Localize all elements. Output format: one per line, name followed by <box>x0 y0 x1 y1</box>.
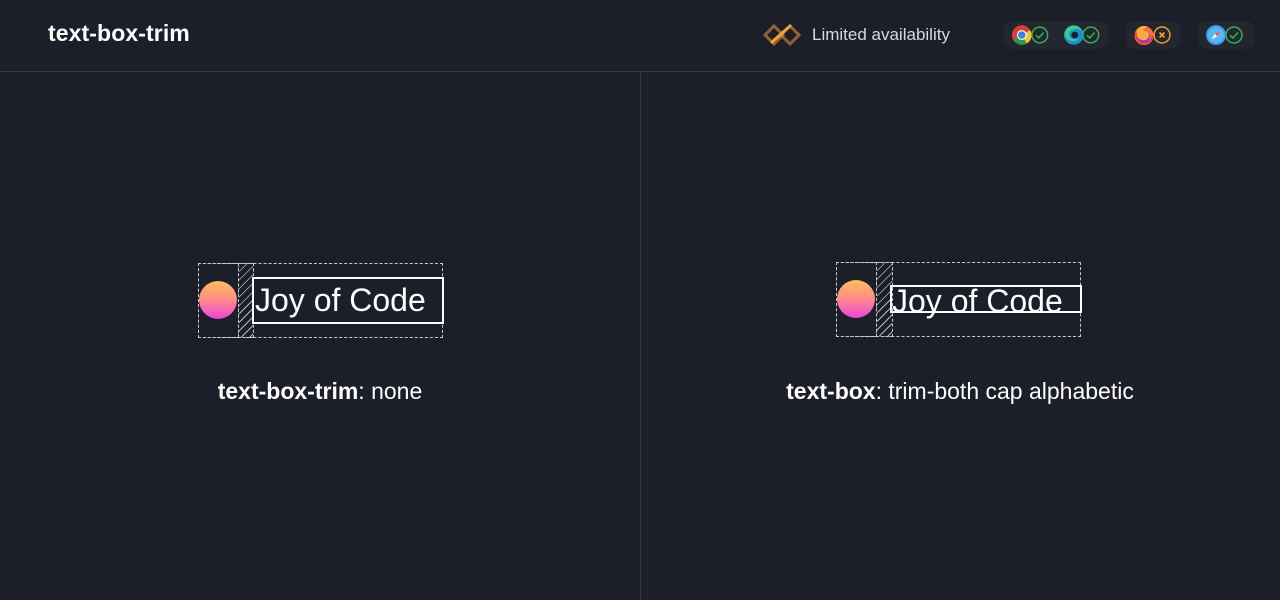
supported-check-icon <box>1082 26 1100 44</box>
joy-of-code-text: Joy of Code <box>252 277 444 324</box>
caption-trim-both: text-box: trim-both cap alphabetic <box>640 378 1280 405</box>
browser-support-badge-chromium <box>1004 21 1108 49</box>
limited-availability-icon <box>762 23 802 47</box>
caption-value: : trim-both cap alphabetic <box>875 378 1134 404</box>
feature-header: text-box-trim Limited availability <box>0 0 1280 72</box>
joy-of-code-text: Joy of Code <box>890 285 1082 317</box>
caption-trim-none: text-box-trim: none <box>0 378 640 405</box>
supported-check-icon <box>1030 26 1048 44</box>
supported-check-icon <box>1225 26 1243 44</box>
browser-support-badge-safari <box>1198 21 1254 49</box>
availability-label: Limited availability <box>812 25 950 44</box>
browser-support-badge-firefox <box>1126 21 1180 49</box>
caption-property: text-box <box>786 378 876 404</box>
availability-indicator: Limited availability <box>762 22 950 48</box>
page-title: text-box-trim <box>48 20 190 46</box>
caption-value: : none <box>358 378 423 404</box>
panel-divider <box>640 72 641 600</box>
caption-property: text-box-trim <box>217 378 359 404</box>
gradient-dot <box>199 281 237 319</box>
gradient-dot <box>837 280 875 318</box>
unsupported-x-icon <box>1153 26 1171 44</box>
